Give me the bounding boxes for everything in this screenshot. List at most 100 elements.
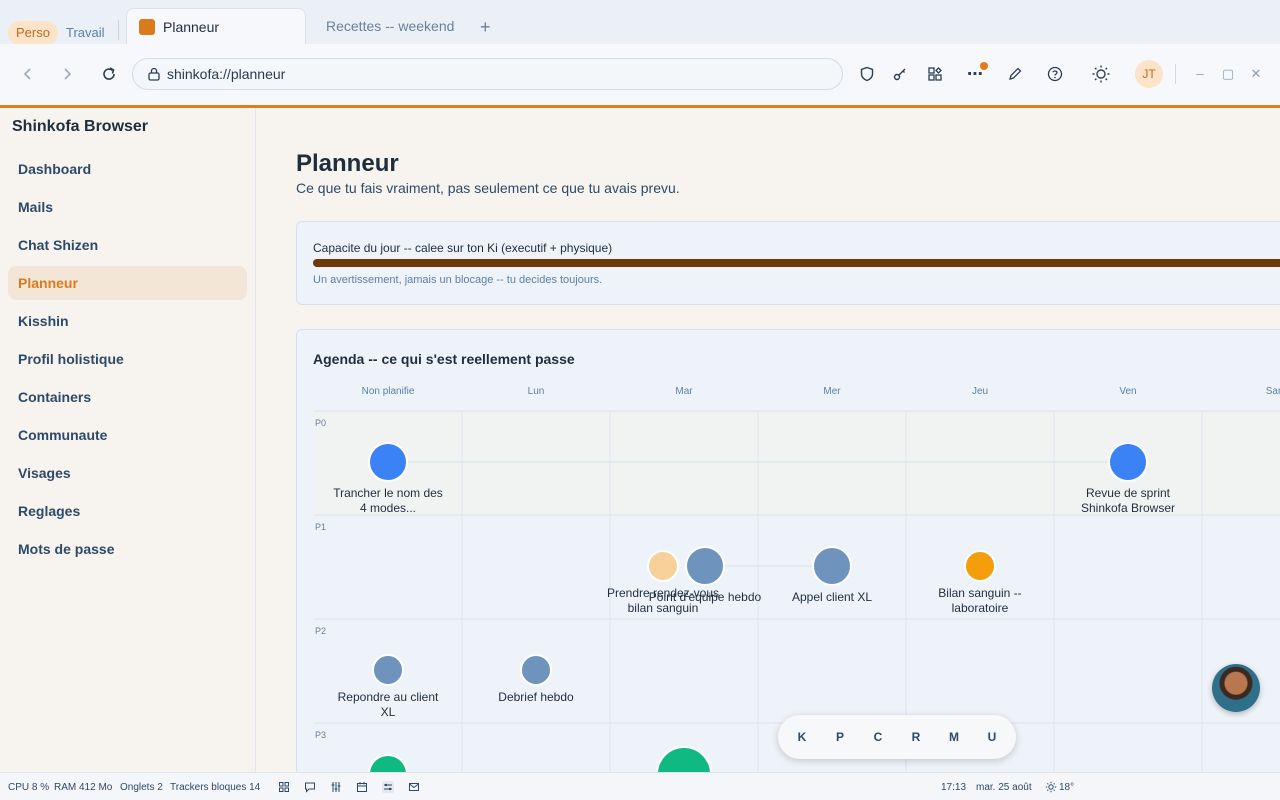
shield-icon — [860, 66, 874, 82]
sidebar-item-profil-holistique[interactable]: Profil holistique — [8, 342, 247, 376]
row-label: P3 — [315, 730, 326, 740]
capacity-note: Un avertissement, jamais un blocage -- t… — [313, 274, 603, 286]
maximize-button[interactable]: ▢ — [1218, 64, 1238, 84]
ram-usage: RAM 412 Mo — [54, 782, 113, 793]
close-icon: ✕ — [1250, 66, 1262, 81]
cpu-usage: CPU 8 % — [8, 782, 50, 793]
capacity-bar-fill — [313, 259, 1280, 267]
main-content: Planneur Ce que tu fais vraiment, pas se… — [256, 108, 1280, 772]
status-bar: CPU 8 % RAM 412 Mo Onglets 2 Trackers bl… — [0, 772, 1280, 800]
planner-icon[interactable] — [382, 781, 394, 793]
sidebar-item-containers[interactable]: Containers — [8, 380, 247, 414]
mail-icon[interactable] — [408, 781, 420, 793]
key-m[interactable]: M — [944, 727, 964, 747]
sidebar-item-planneur[interactable]: Planneur — [8, 266, 247, 300]
column-header: Ven — [1119, 386, 1136, 397]
brand-title: Shinkofa Browser — [12, 118, 149, 135]
toolbar-divider — [1175, 64, 1176, 84]
sidebar-item-chat-shizen[interactable]: Chat Shizen — [8, 228, 247, 262]
tab-separator — [118, 20, 119, 40]
tab-strip: Perso Travail Planneur Recettes -- weeke… — [0, 0, 1280, 45]
sidebar-item-visages[interactable]: Visages — [8, 456, 247, 490]
weather-sun-icon — [1045, 781, 1057, 793]
column-header: Non planifie — [362, 386, 415, 397]
key-r[interactable]: R — [906, 727, 926, 747]
column-header: Sam — [1266, 386, 1280, 397]
favicon-icon — [139, 19, 155, 35]
notification-dot — [980, 62, 988, 70]
mode-keypad: K P C R M U — [778, 715, 1016, 759]
key-icon — [893, 68, 906, 81]
key-button[interactable] — [890, 64, 910, 84]
minimize-icon: – — [1196, 66, 1204, 81]
profile-perso[interactable]: Perso — [8, 21, 58, 45]
close-button[interactable]: ✕ — [1246, 64, 1266, 84]
sidebar-item-mots-de-passe[interactable]: Mots de passe — [8, 532, 247, 566]
maximize-icon: ▢ — [1221, 66, 1235, 81]
help-icon — [1047, 66, 1063, 82]
sidebar-item-kisshin[interactable]: Kisshin — [8, 304, 247, 338]
avatar[interactable]: JT — [1135, 60, 1163, 88]
column-header: Mer — [823, 386, 841, 397]
shield-button[interactable] — [857, 64, 877, 84]
lock-icon — [148, 67, 160, 81]
key-p[interactable]: P — [830, 727, 850, 747]
sidebar: Shinkofa Browser Dashboard Mails Chat Sh… — [0, 108, 256, 772]
row-label: P1 — [315, 522, 326, 532]
page-title: Planneur — [296, 150, 399, 177]
event-marker — [368, 442, 408, 482]
help-button[interactable] — [1045, 64, 1065, 84]
capacity-card: Capacite du jour -- calee sur ton Ki (ex… — [296, 221, 1280, 305]
page-subtitle: Ce que tu fais vraiment, pas seulement c… — [296, 180, 680, 196]
back-button[interactable] — [18, 64, 38, 84]
event-marker — [685, 546, 725, 586]
event-marker — [372, 654, 404, 686]
column-header: Jeu — [972, 386, 988, 397]
tab-planneur[interactable]: Planneur — [126, 8, 306, 44]
tab-recettes[interactable]: Recettes -- weekend — [326, 8, 454, 44]
weather-temp: 18° — [1059, 782, 1075, 793]
theme-button[interactable] — [1091, 64, 1111, 84]
new-tab-button[interactable]: + — [480, 17, 491, 37]
annotate-button[interactable] — [1005, 64, 1025, 84]
puzzle-icon — [928, 67, 942, 81]
minimize-button[interactable]: – — [1190, 64, 1210, 84]
extensions-button[interactable] — [925, 64, 945, 84]
row-label: P2 — [315, 626, 326, 636]
tab-label: Planneur — [163, 19, 220, 35]
toolbar: shinkofa://planneur ⋯ JT – ▢ ✕ — [0, 44, 1280, 105]
sliders-icon[interactable] — [330, 781, 342, 793]
column-header: Lun — [528, 386, 545, 397]
sidebar-item-mails[interactable]: Mails — [8, 190, 247, 224]
sidebar-item-dashboard[interactable]: Dashboard — [8, 152, 247, 186]
chat-icon[interactable] — [304, 781, 316, 793]
assistant-avatar[interactable] — [1212, 664, 1260, 712]
event-label: Revue de sprint Shinkofa Browser — [1081, 486, 1175, 515]
reload-button[interactable] — [99, 64, 119, 84]
event-label: Point d'equipe hebdo — [649, 590, 762, 604]
address-bar[interactable]: shinkofa://planneur — [132, 58, 843, 90]
forward-button[interactable] — [57, 64, 77, 84]
trackers-blocked: Trackers bloques 14 — [170, 782, 261, 793]
reload-icon — [103, 67, 115, 80]
tab-label: Recettes -- weekend — [326, 18, 455, 34]
sun-icon — [1092, 65, 1110, 83]
event-marker — [812, 546, 852, 586]
calendar-icon[interactable] — [356, 781, 368, 793]
sidebar-item-communaute[interactable]: Communaute — [8, 418, 247, 452]
agenda-row — [314, 619, 1280, 723]
key-c[interactable]: C — [868, 727, 888, 747]
profile-travail[interactable]: Travail — [58, 21, 113, 45]
event-marker — [520, 654, 552, 686]
column-header: Mar — [675, 386, 693, 397]
event-label: Appel client XL — [792, 590, 872, 604]
url-text: shinkofa://planneur — [167, 66, 286, 82]
sidebar-item-reglages[interactable]: Reglages — [8, 494, 247, 528]
key-k[interactable]: K — [792, 727, 812, 747]
capacity-bar — [313, 259, 1280, 267]
key-u[interactable]: U — [982, 727, 1002, 747]
chevron-right-icon — [64, 68, 72, 80]
grid-icon[interactable] — [278, 781, 290, 793]
clock: 17:13 — [941, 782, 967, 793]
agenda-card: Agenda -- ce qui s'est reellement passe … — [296, 329, 1280, 772]
